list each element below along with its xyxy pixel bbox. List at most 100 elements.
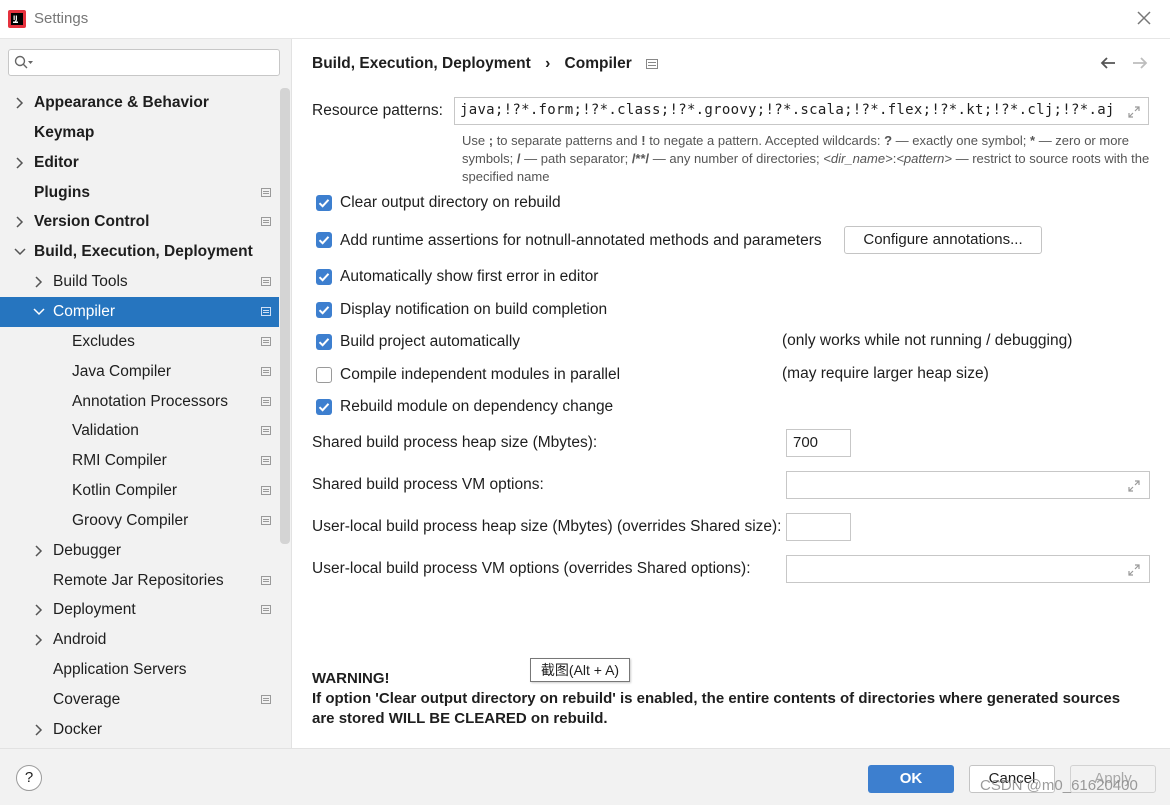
sidebar-item-docker[interactable]: Docker bbox=[0, 715, 279, 745]
project-level-icon bbox=[261, 187, 271, 197]
settings-content: Build, Execution, Deployment › Compiler … bbox=[292, 39, 1170, 748]
chevron-right-icon[interactable] bbox=[33, 544, 45, 558]
chevron-right-icon[interactable] bbox=[33, 723, 45, 737]
shared-heap-label: Shared build process heap size (Mbytes): bbox=[312, 434, 598, 451]
window-title: Settings bbox=[34, 10, 89, 27]
shared-vm-input[interactable] bbox=[786, 471, 1150, 499]
expand-icon[interactable] bbox=[1127, 479, 1141, 493]
warning-text: If option 'Clear output directory on reb… bbox=[312, 690, 1121, 727]
checkmark-icon bbox=[318, 338, 330, 347]
checkmark-icon bbox=[318, 306, 330, 315]
dialog-footer: ? OK Cancel Apply CSDN @m0_61620400 bbox=[0, 748, 1170, 805]
compile-parallel-note: (may require larger heap size) bbox=[782, 365, 989, 382]
resource-patterns-input[interactable]: java;!?*.form;!?*.class;!?*.groovy;!?*.s… bbox=[454, 97, 1149, 125]
build-automatically-label: Build project automatically bbox=[340, 333, 521, 350]
chevron-right-icon[interactable] bbox=[33, 633, 45, 647]
chevron-right-icon[interactable] bbox=[14, 215, 26, 229]
forward-arrow-icon[interactable] bbox=[1130, 55, 1150, 71]
project-level-icon bbox=[261, 336, 271, 346]
clear-output-label: Clear output directory on rebuild bbox=[340, 194, 561, 211]
close-icon[interactable] bbox=[1134, 8, 1154, 28]
breadcrumb-separator: › bbox=[545, 55, 551, 72]
sidebar-item-keymap[interactable]: Keymap bbox=[0, 118, 279, 148]
resource-patterns-label: Resource patterns: bbox=[312, 102, 443, 119]
resource-patterns-hint: Use ; to separate patterns and ! to nega… bbox=[462, 133, 1150, 184]
user-vm-label: User-local build process VM options (ove… bbox=[312, 560, 751, 577]
runtime-assertions-checkbox[interactable] bbox=[316, 232, 332, 248]
search-icon bbox=[14, 55, 33, 69]
sidebar-item-build-execution-deployment[interactable]: Build, Execution, Deployment bbox=[0, 237, 279, 267]
sidebar-item-rmi-compiler[interactable]: RMI Compiler bbox=[0, 446, 279, 476]
sidebar-item-label: Android bbox=[53, 631, 107, 649]
configure-annotations-button[interactable]: Configure annotations... bbox=[844, 226, 1042, 254]
sidebar-item-build-tools[interactable]: Build Tools bbox=[0, 267, 279, 297]
expand-icon[interactable] bbox=[1127, 105, 1141, 119]
sidebar-item-label: Validation bbox=[72, 422, 139, 440]
sidebar-item-version-control[interactable]: Version Control bbox=[0, 207, 279, 237]
sidebar-item-label: Application Servers bbox=[53, 661, 187, 679]
sidebar-item-coverage[interactable]: Coverage bbox=[0, 685, 279, 715]
sidebar-item-java-compiler[interactable]: Java Compiler bbox=[0, 357, 279, 387]
compile-parallel-checkbox[interactable] bbox=[316, 367, 332, 383]
sidebar-item-label: Editor bbox=[34, 153, 79, 171]
sidebar-item-annotation-processors[interactable]: Annotation Processors bbox=[0, 387, 279, 417]
back-arrow-icon[interactable] bbox=[1098, 55, 1118, 71]
rebuild-dependency-label: Rebuild module on dependency change bbox=[340, 398, 614, 415]
sidebar-item-deployment[interactable]: Deployment bbox=[0, 595, 279, 625]
project-level-icon bbox=[261, 456, 271, 466]
sidebar-item-label: Debugger bbox=[53, 541, 122, 559]
chevron-down-icon[interactable] bbox=[33, 305, 45, 319]
search-input[interactable] bbox=[8, 49, 280, 76]
runtime-assertions-label: Add runtime assertions for notnull-annot… bbox=[340, 232, 822, 249]
shared-heap-input[interactable]: 700 bbox=[786, 429, 851, 457]
sidebar-item-label: Version Control bbox=[34, 213, 150, 231]
sidebar-item-android[interactable]: Android bbox=[0, 625, 279, 655]
show-first-error-checkbox[interactable] bbox=[316, 269, 332, 285]
help-button[interactable]: ? bbox=[16, 765, 42, 791]
sidebar-item-excludes[interactable]: Excludes bbox=[0, 327, 279, 357]
ok-button[interactable]: OK bbox=[868, 765, 954, 793]
sidebar-item-application-servers[interactable]: Application Servers bbox=[0, 655, 279, 685]
project-level-icon bbox=[646, 58, 659, 69]
user-heap-input[interactable] bbox=[786, 513, 851, 541]
chevron-right-icon[interactable] bbox=[33, 275, 45, 289]
sidebar-item-label: Build Tools bbox=[53, 273, 128, 291]
sidebar-item-editor[interactable]: Editor bbox=[0, 148, 279, 178]
breadcrumb-parent[interactable]: Build, Execution, Deployment bbox=[312, 55, 531, 72]
build-automatically-checkbox[interactable] bbox=[316, 334, 332, 350]
sidebar-item-label: Keymap bbox=[34, 123, 95, 141]
sidebar-item-label: Compiler bbox=[53, 302, 116, 320]
build-notification-label: Display notification on build completion bbox=[340, 301, 608, 318]
build-notification-checkbox[interactable] bbox=[316, 302, 332, 318]
sidebar-scrollbar[interactable] bbox=[280, 88, 290, 544]
checkmark-icon bbox=[318, 199, 330, 208]
sidebar-item-groovy-compiler[interactable]: Groovy Compiler bbox=[0, 506, 279, 536]
checkmark-icon bbox=[318, 273, 330, 282]
project-level-icon bbox=[261, 306, 271, 316]
chevron-right-icon[interactable] bbox=[14, 156, 26, 170]
clear-output-checkbox[interactable] bbox=[316, 195, 332, 211]
sidebar-item-appearance-behavior[interactable]: Appearance & Behavior bbox=[0, 88, 279, 118]
user-vm-input[interactable] bbox=[786, 555, 1150, 583]
sidebar-item-kotlin-compiler[interactable]: Kotlin Compiler bbox=[0, 476, 279, 506]
sidebar-item-debugger[interactable]: Debugger bbox=[0, 536, 279, 566]
chevron-right-icon[interactable] bbox=[14, 96, 26, 110]
sidebar-item-label: Java Compiler bbox=[72, 362, 172, 380]
expand-icon[interactable] bbox=[1127, 563, 1141, 577]
project-level-icon bbox=[261, 515, 271, 525]
rebuild-warning: WARNING! If option 'Clear output directo… bbox=[312, 669, 1142, 729]
sidebar-item-remote-jar-repositories[interactable]: Remote Jar Repositories bbox=[0, 566, 279, 596]
rebuild-dependency-checkbox[interactable] bbox=[316, 399, 332, 415]
settings-sidebar: Appearance & Behavior Keymap Editor Plugins… bbox=[0, 39, 292, 748]
compile-parallel-label: Compile independent modules in parallel bbox=[340, 366, 621, 383]
chevron-right-icon[interactable] bbox=[33, 603, 45, 617]
sidebar-item-compiler[interactable]: Compiler bbox=[0, 296, 279, 327]
sidebar-item-plugins[interactable]: Plugins bbox=[0, 178, 279, 208]
sidebar-item-label: Excludes bbox=[72, 332, 135, 350]
chevron-down-icon[interactable] bbox=[14, 245, 26, 259]
sidebar-item-label: Deployment bbox=[53, 601, 136, 619]
sidebar-item-validation[interactable]: Validation bbox=[0, 416, 279, 446]
sidebar-item-label: Kotlin Compiler bbox=[72, 482, 178, 500]
project-level-icon bbox=[261, 426, 271, 436]
breadcrumb: Build, Execution, Deployment › Compiler bbox=[312, 55, 659, 73]
